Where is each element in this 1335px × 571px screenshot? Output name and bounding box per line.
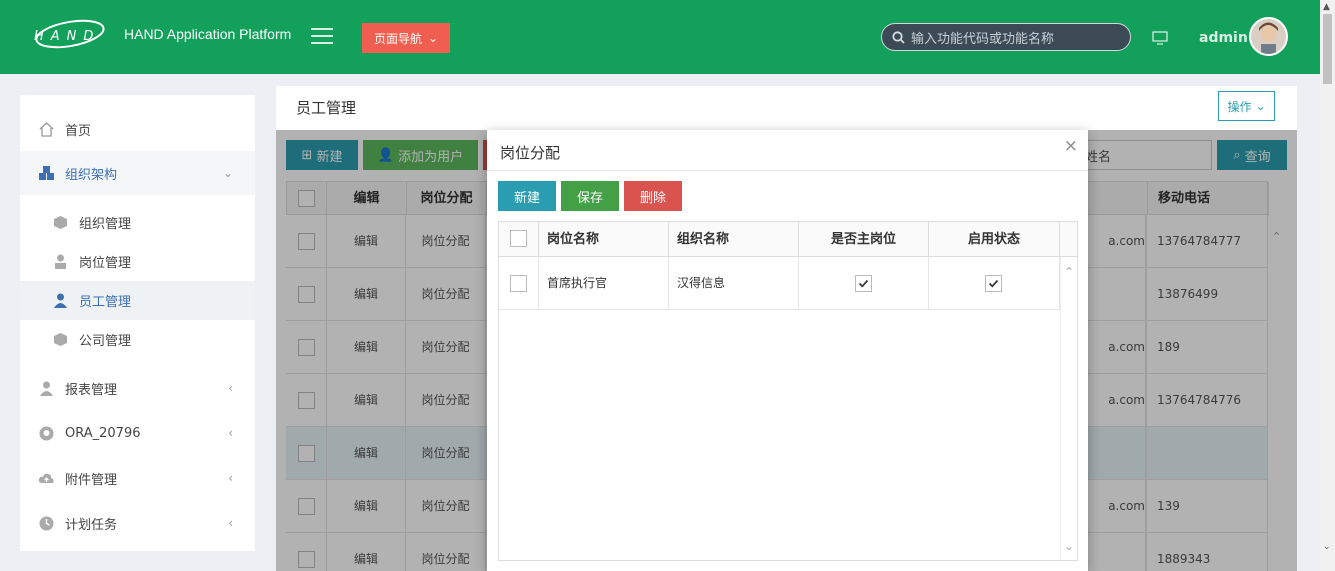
sidebar-item-attachments[interactable]: 附件管理 ‹ [20, 456, 255, 500]
user-icon [40, 381, 53, 396]
sidebar-item-label: 组织架构 [65, 167, 118, 183]
position-grid: 岗位名称 组织名称 是否主岗位 启用状态 首席执行官 汉得信息 ⌃ ⌄ [498, 221, 1078, 561]
dialog-divider [487, 170, 1088, 171]
column-header-position[interactable]: 岗位名称 [539, 222, 669, 257]
table-row[interactable]: 首席执行官 汉得信息 [499, 257, 1060, 310]
sidebar-subitem-org-mgmt[interactable]: 组织管理 [20, 203, 255, 242]
sidebar-subitem-company-mgmt[interactable]: 公司管理 [20, 320, 255, 359]
username[interactable]: admin [1199, 30, 1248, 46]
page-nav-button[interactable]: 页面导航 ⌄ [362, 23, 450, 53]
sidebar-item-home[interactable]: 首页 [20, 107, 255, 151]
app-title: HAND Application Platform [124, 26, 292, 42]
page-scrollbar[interactable]: ▲ ⌄ [1320, 0, 1335, 571]
chevron-left-icon: ‹ [228, 381, 233, 395]
select-all-cell [499, 222, 539, 257]
chevron-left-icon: ‹ [228, 516, 233, 530]
enabled-checkbox[interactable] [985, 275, 1002, 292]
select-all-checkbox[interactable] [510, 230, 527, 247]
sidebar-item-org[interactable]: 组织架构 ⌄ [20, 151, 255, 195]
avatar[interactable] [1249, 17, 1288, 56]
column-header-enabled[interactable]: 启用状态 [929, 222, 1060, 257]
scroll-down-icon[interactable]: ⌄ [1064, 539, 1074, 553]
sidebar-item-label: ORA_20796 [65, 425, 141, 441]
chevron-left-icon: ‹ [228, 471, 233, 485]
sidebar: 首页 组织架构 ⌄ 组织管理 岗位管理 员工管理 公司管理 报表管理 ‹ ORA… [20, 95, 255, 551]
cube-icon [54, 333, 67, 346]
hand-logo[interactable]: HAND [28, 16, 112, 52]
cloud-upload-icon [38, 473, 54, 483]
cube-icon [54, 216, 67, 229]
function-search-input[interactable]: 输入功能代码或功能名称 [881, 23, 1131, 51]
sidebar-subitem-employee-mgmt[interactable]: 员工管理 [20, 281, 255, 320]
column-header-org[interactable]: 组织名称 [669, 222, 799, 257]
row-checkbox[interactable] [510, 275, 527, 292]
svg-text:HAND: HAND [34, 29, 100, 44]
home-icon [39, 121, 54, 137]
sidebar-item-reports[interactable]: 报表管理 ‹ [20, 366, 255, 410]
primary-checkbox[interactable] [855, 275, 872, 292]
chevron-down-icon: ⌄ [427, 31, 439, 45]
sidebar-item-label: 首页 [65, 123, 92, 139]
sidebar-item-scheduled-tasks[interactable]: 计划任务 ‹ [20, 501, 255, 545]
scroll-up-icon[interactable]: ⌃ [1064, 265, 1074, 279]
dialog-save-button[interactable]: 保存 [561, 181, 619, 211]
position-assign-dialog: 岗位分配 × 新建 保存 删除 岗位名称 组织名称 是否主岗位 启用状态 首席执… [487, 130, 1088, 571]
chevron-left-icon: ‹ [228, 426, 233, 440]
position-name-cell: 首席执行官 [539, 257, 669, 310]
sidebar-item-label: 组织管理 [79, 217, 132, 232]
row-select-cell [499, 257, 539, 310]
sidebar-item-label: 员工管理 [79, 295, 132, 310]
org-name-cell: 汉得信息 [669, 257, 799, 310]
close-icon[interactable]: × [1064, 136, 1078, 156]
search-icon [892, 30, 905, 44]
clock-icon [39, 516, 54, 530]
position-grid-header: 岗位名称 组织名称 是否主岗位 启用状态 [499, 222, 1077, 257]
scroll-down-icon[interactable]: ⌄ [1323, 542, 1331, 552]
scroll-up-icon[interactable]: ▲ [1323, 2, 1330, 12]
cubes-icon [39, 165, 54, 180]
sidebar-item-ora[interactable]: ORA_20796 ‹ [20, 411, 255, 455]
column-header-primary[interactable]: 是否主岗位 [799, 222, 929, 257]
sidebar-item-label: 公司管理 [79, 334, 132, 349]
page-title: 员工管理 [296, 99, 357, 117]
chevron-down-icon: ⌄ [222, 166, 233, 180]
sidebar-item-label: 计划任务 [65, 517, 118, 533]
dialog-title: 岗位分配 [500, 144, 561, 162]
grid-scrollbar[interactable]: ⌃ ⌄ [1060, 257, 1077, 560]
user-icon [54, 293, 67, 308]
sidebar-item-label: 报表管理 [65, 382, 118, 398]
sidebar-item-label: 岗位管理 [79, 256, 132, 271]
user-tie-icon [55, 254, 66, 269]
primary-cell [799, 257, 929, 310]
chevron-down-icon: ⌄ [1255, 99, 1266, 113]
top-header: HAND HAND Application Platform 页面导航 ⌄ 输入… [0, 0, 1320, 74]
enabled-cell [929, 257, 1060, 310]
page-nav-label: 页面导航 [373, 31, 422, 46]
search-placeholder: 输入功能代码或功能名称 [911, 31, 1055, 47]
sidebar-item-label: 附件管理 [65, 472, 118, 488]
dialog-new-button[interactable]: 新建 [498, 181, 556, 211]
scrollbar-thumb[interactable] [1323, 14, 1332, 84]
operations-label: 操作 [1227, 99, 1252, 114]
menu-toggle-icon[interactable] [311, 28, 333, 46]
sidebar-subitem-position-mgmt[interactable]: 岗位管理 [20, 242, 255, 281]
operations-button[interactable]: 操作 ⌄ [1218, 91, 1275, 121]
github-icon [39, 426, 54, 440]
monitor-icon[interactable] [1152, 31, 1168, 45]
dialog-delete-button[interactable]: 删除 [624, 181, 682, 211]
